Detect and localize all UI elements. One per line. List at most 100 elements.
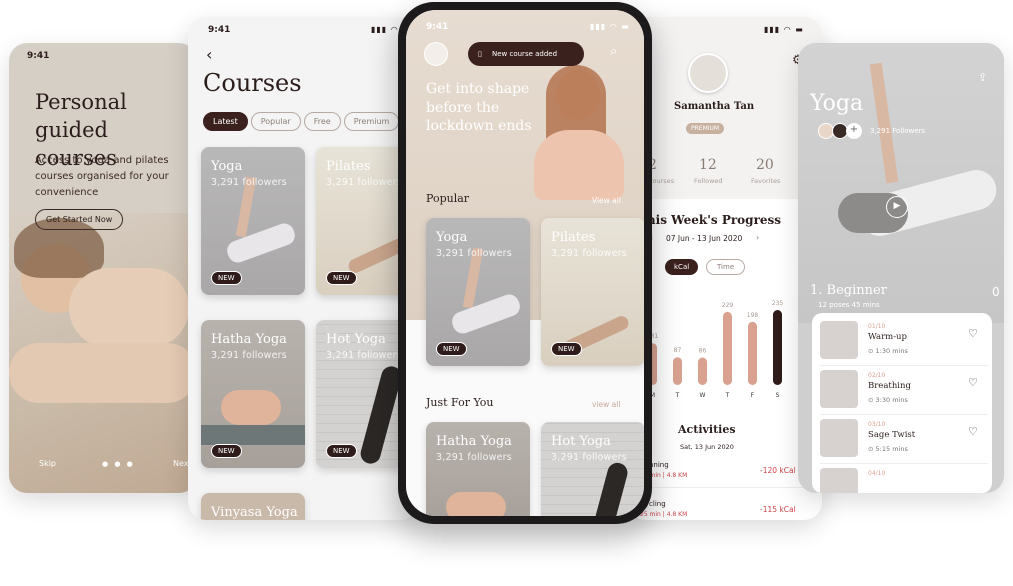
profile-name: Samantha Tan (674, 101, 755, 112)
chart-bar (673, 357, 682, 385)
course-name: Vinyasa Yoga (211, 505, 298, 520)
activities-title: Activities (678, 423, 736, 436)
pose-duration: ⊙ 5:15 mins (868, 445, 908, 453)
pose-number: 01/10 (868, 323, 886, 330)
course-detail-screen: ⇪ Yoga + 3,291 Followers ▶ 1. Beginner 1… (798, 43, 1004, 493)
courses-screen: 9:41 ▮▮▮ ◠ ▭ ‹ Courses Latest Popular Free… (188, 17, 418, 520)
pose-row[interactable]: 01/10 Warm-up ⊙ 1:30 mins ♡ (820, 321, 988, 366)
course-card-vinyasa-yoga[interactable]: Vinyasa Yoga (201, 493, 305, 520)
course-card-hatha-yoga[interactable]: Hatha Yoga 3,291 followers NEW (201, 320, 305, 468)
chart-bar (698, 357, 707, 385)
course-name: Hot Yoga (551, 434, 611, 449)
status-time: 9:41 (208, 25, 231, 35)
chart-value-label: 235 (772, 300, 784, 307)
course-name: Hatha Yoga (211, 332, 287, 347)
activity-meta: 25 min | 4.8 KM (640, 511, 688, 518)
filter-premium[interactable]: Premium (343, 112, 400, 131)
new-badge: NEW (551, 342, 582, 356)
heart-icon[interactable]: ♡ (968, 376, 978, 389)
toast-new-course[interactable]: ▯ New course added (468, 42, 584, 66)
pose-name: Breathing (868, 381, 911, 391)
pose-number: 03/10 (868, 421, 886, 428)
level-title: 1. Beginner (810, 283, 887, 298)
avatar (688, 53, 728, 93)
chart-bar (773, 310, 782, 385)
new-badge: NEW (436, 342, 467, 356)
pose-duration-label: 5:15 mins (875, 445, 908, 453)
activity-kcal: -120 kCal (760, 466, 796, 475)
pose-duration-label: 1:30 mins (875, 347, 908, 355)
pose-thumbnail (820, 419, 858, 457)
status-time: 9:41 (27, 51, 50, 61)
pose-duration: ⊙ 3:30 mins (868, 396, 908, 404)
activity-kcal: -115 kCal (760, 505, 796, 514)
side-number: 0 (992, 285, 1000, 299)
date-range: 07 Jun - 13 Jun 2020 (666, 234, 743, 243)
search-icon[interactable]: ⌕ (610, 44, 617, 59)
chart-value-label: 198 (747, 312, 759, 319)
pose-row[interactable]: 02/10 Breathing ⊙ 3:30 mins ♡ (820, 370, 988, 415)
for-you-card-hatha-yoga[interactable]: Hatha Yoga 3,291 followers (426, 422, 530, 516)
stat-favorites-label: Favorites (751, 177, 781, 185)
heart-icon[interactable]: ♡ (968, 425, 978, 438)
status-icons: ▮▮▮ ◠ ▬ (590, 22, 630, 31)
play-icon[interactable]: ⊙ (868, 396, 873, 404)
back-icon[interactable]: ‹ (206, 45, 212, 64)
detail-hero-photo (798, 43, 1004, 323)
course-name: Hatha Yoga (436, 434, 512, 449)
course-followers: 3,291 followers (326, 350, 402, 361)
chart-category-label: S (776, 392, 780, 399)
filter-latest[interactable]: Latest (203, 112, 248, 131)
pose-name: Sage Twist (868, 430, 916, 440)
chart-category-label: W (700, 392, 706, 399)
heart-icon[interactable]: ♡ (968, 327, 978, 340)
play-icon[interactable]: ⊙ (868, 347, 873, 355)
pose-row[interactable]: 03/10 Sage Twist ⊙ 5:15 mins ♡ (820, 419, 988, 464)
for-you-card-hot-yoga[interactable]: Hot Yoga 3,291 followers (541, 422, 644, 516)
progress-title: This Week's Progress (638, 213, 782, 227)
next-week-icon[interactable]: › (756, 233, 759, 242)
pose-row[interactable]: 04/10 (820, 468, 988, 493)
pose-number: 02/10 (868, 372, 886, 379)
onboarding-photo (9, 213, 197, 493)
play-icon[interactable]: ▶ (886, 196, 908, 218)
toggle-time[interactable]: Time (706, 259, 746, 275)
popular-title: Popular (426, 192, 470, 205)
add-follow-icon[interactable]: + (846, 123, 862, 139)
share-icon[interactable]: ⇪ (978, 71, 987, 84)
toggle-kcal[interactable]: kCal (665, 259, 699, 275)
skip-button[interactable]: Skip (39, 459, 56, 468)
stat-favorites-value: 20 (756, 157, 774, 173)
course-followers: 3,291 followers (436, 452, 512, 463)
view-all-popular-link[interactable]: View all (592, 196, 621, 205)
status-time: 9:41 (426, 22, 449, 32)
filter-pills: Latest Popular Free Premium (203, 109, 402, 131)
get-started-button[interactable]: Get Started Now (35, 209, 124, 230)
filter-free[interactable]: Free (303, 112, 341, 131)
filter-popular[interactable]: Popular (250, 112, 301, 131)
level-meta: 12 poses 45 mins (818, 301, 880, 309)
popular-card-yoga[interactable]: Yoga 3,291 followers NEW (426, 218, 530, 366)
course-card-yoga[interactable]: Yoga 3,291 followers NEW (201, 147, 305, 295)
course-name: Yoga (211, 159, 243, 174)
book-icon: ▯ (478, 50, 482, 58)
pose-name: Warm-up (868, 332, 907, 342)
avatar[interactable] (424, 42, 448, 66)
premium-badge: PREMIUM (686, 123, 725, 134)
course-name: Pilates (551, 230, 596, 245)
view-all-for-you-link[interactable]: view all (592, 400, 620, 409)
chart-value-label: 229 (722, 302, 734, 309)
detail-title: Yoga (810, 91, 864, 116)
popular-card-pilates[interactable]: Pilates 3,291 followers NEW (541, 218, 644, 366)
play-icon[interactable]: ⊙ (868, 445, 873, 453)
new-badge: NEW (326, 444, 357, 458)
hero-headline: Get into shape before the lockdown ends (426, 81, 532, 134)
chart-category-label: T (725, 392, 730, 399)
course-name: Pilates (326, 159, 371, 174)
stat-followed-value: 12 (699, 157, 717, 173)
course-followers: 3,291 followers (436, 248, 512, 259)
course-followers: 3,291 followers (211, 350, 287, 361)
detail-followers: 3,291 Followers (870, 127, 926, 135)
for-you-title: Just For You (426, 396, 494, 409)
page-dots: ● ● ● (102, 460, 135, 468)
